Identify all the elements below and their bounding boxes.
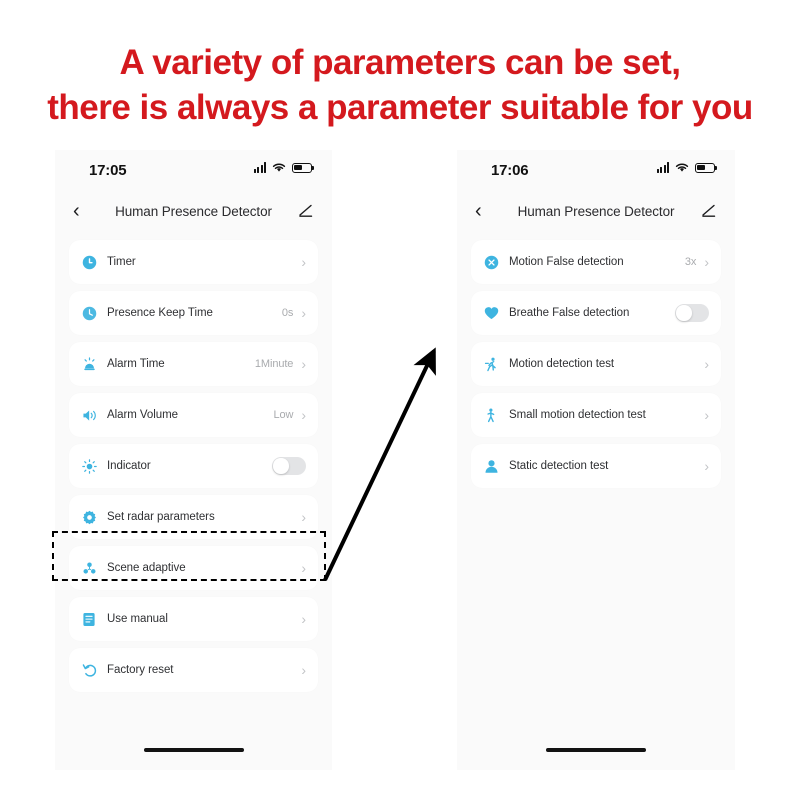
wifi-icon [272, 163, 286, 172]
clock-circle-icon [82, 255, 104, 270]
list-item-motion-detection-test[interactable]: Motion detection test › [471, 342, 721, 386]
status-bar: 17:06 [457, 150, 735, 190]
list-item-label: Alarm Volume [107, 409, 178, 421]
list-item-presence-keep-time[interactable]: Presence Keep Time 0s › [69, 291, 318, 335]
list-item-value: 3x [684, 256, 697, 268]
status-clock: 17:06 [491, 161, 529, 179]
chevron-right-icon: › [301, 662, 306, 678]
status-clock: 17:05 [89, 161, 127, 179]
headline-line-2: there is always a parameter suitable for… [47, 88, 753, 127]
list-item-motion-false-detection[interactable]: Motion False detection 3x › [471, 240, 721, 284]
signal-bars-icon [253, 162, 266, 173]
nav-bar: ‹ Human Presence Detector [457, 190, 735, 232]
status-icon-group [253, 162, 315, 173]
list-item-label: Set radar parameters [107, 511, 215, 523]
battery-icon [695, 162, 718, 173]
list-item-use-manual[interactable]: Use manual › [69, 597, 318, 641]
list-item-label: Alarm Time [107, 358, 165, 370]
right-phone-screen: 17:06 ‹ Human Presence Detector Motion F… [457, 150, 735, 770]
chevron-right-icon: › [301, 305, 306, 321]
list-item-factory-reset[interactable]: Factory reset › [69, 648, 318, 692]
heart-icon [484, 306, 506, 320]
walking-person-icon [484, 408, 506, 423]
chevron-right-icon: › [301, 356, 306, 372]
status-icon-group [656, 162, 718, 173]
pencil-edit-icon[interactable] [695, 204, 717, 218]
signal-bars-icon [656, 162, 669, 173]
list-item-label: Motion detection test [509, 358, 615, 370]
settings-list: Timer › Presence Keep Time 0s › Alarm Ti… [55, 232, 332, 692]
chevron-right-icon: › [704, 407, 709, 423]
wifi-icon [675, 163, 689, 172]
list-item-small-motion-detection-test[interactable]: Small motion detection test › [471, 393, 721, 437]
list-item-alarm-volume[interactable]: Alarm Volume Low › [69, 393, 318, 437]
list-item-value: 0s [281, 307, 294, 319]
breathe-false-detection-toggle[interactable] [675, 304, 709, 322]
status-bar: 17:05 [55, 150, 332, 190]
list-item-label: Timer [107, 256, 136, 268]
chevron-right-icon: › [704, 254, 709, 270]
list-item-label: Indicator [107, 460, 151, 472]
chevron-left-icon[interactable]: ‹ [73, 201, 95, 221]
chevron-right-icon: › [301, 254, 306, 270]
list-item-label: Factory reset [107, 664, 174, 676]
list-item-label: Motion False detection [509, 256, 624, 268]
left-phone-screen: 17:05 ‹ Human Presence Detector Timer › … [55, 150, 332, 770]
chevron-left-icon[interactable]: ‹ [475, 201, 497, 221]
scene-adaptive-highlight-box [52, 531, 326, 581]
brightness-icon [82, 458, 104, 474]
reset-arrow-icon [82, 663, 104, 678]
document-icon [82, 612, 104, 627]
list-item-label: Presence Keep Time [107, 307, 213, 319]
nav-title: Human Presence Detector [517, 203, 675, 219]
list-item-label: Static detection test [509, 460, 609, 472]
nav-bar: ‹ Human Presence Detector [55, 190, 332, 232]
home-indicator[interactable] [546, 748, 646, 752]
clock-icon [82, 306, 104, 321]
list-item-timer[interactable]: Timer › [69, 240, 318, 284]
home-indicator[interactable] [143, 748, 244, 752]
list-item-alarm-time[interactable]: Alarm Time 1Minute › [69, 342, 318, 386]
chevron-right-icon: › [301, 509, 306, 525]
settings-list: Motion False detection 3x › Breathe Fals… [457, 232, 735, 488]
page-title: A variety of parameters can be set, ther… [0, 40, 800, 130]
list-item-value: 1Minute [254, 358, 294, 370]
list-item-indicator[interactable]: Indicator [69, 444, 318, 488]
headline-line-1: A variety of parameters can be set, [119, 43, 681, 82]
chevron-right-icon: › [704, 356, 709, 372]
nav-title: Human Presence Detector [115, 203, 272, 219]
speaker-icon [82, 408, 104, 423]
gear-icon [82, 510, 104, 525]
list-item-label: Use manual [107, 613, 168, 625]
chevron-right-icon: › [301, 407, 306, 423]
list-item-label: Small motion detection test [509, 409, 646, 421]
chevron-right-icon: › [704, 458, 709, 474]
battery-icon [292, 162, 315, 173]
indicator-toggle[interactable] [272, 457, 306, 475]
running-person-icon [484, 357, 506, 372]
list-item-value: Low [273, 409, 294, 421]
list-item-breathe-false-detection[interactable]: Breathe False detection [471, 291, 721, 335]
chevron-right-icon: › [301, 611, 306, 627]
pencil-edit-icon[interactable] [292, 204, 314, 218]
list-item-label: Breathe False detection [509, 307, 630, 319]
list-item-static-detection-test[interactable]: Static detection test › [471, 444, 721, 488]
person-icon [484, 459, 506, 474]
siren-icon [82, 356, 104, 372]
x-circle-icon [484, 255, 506, 270]
